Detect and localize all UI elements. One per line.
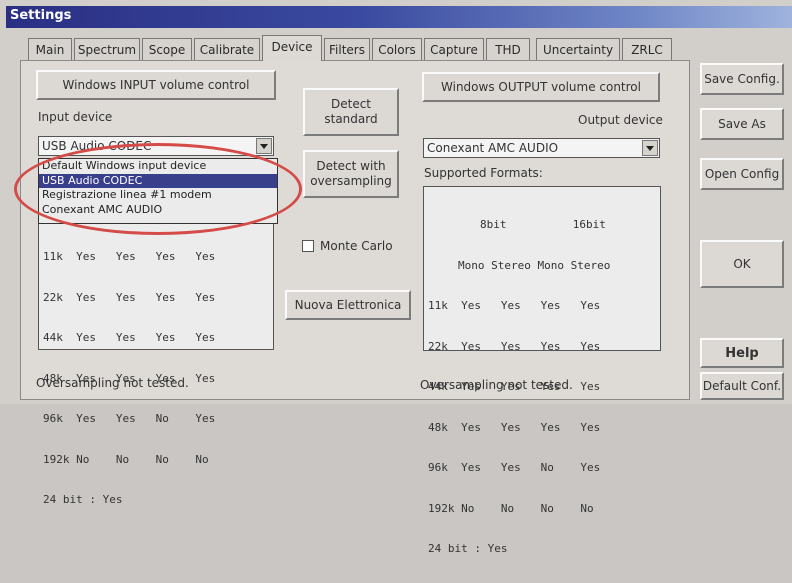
tab-calibrate[interactable]: Calibrate xyxy=(194,38,260,60)
output-format-row: 96k Yes Yes No Yes xyxy=(428,461,601,474)
chevron-down-icon[interactable] xyxy=(642,140,658,156)
nuova-elettronica-button[interactable]: Nuova Elettronica xyxy=(285,290,411,320)
tab-colors[interactable]: Colors xyxy=(372,38,422,60)
settings-window: Settings Main Spectrum Scope Calibrate D… xyxy=(0,0,792,555)
detect-oversampling-button[interactable]: Detect with oversampling xyxy=(303,150,399,198)
output-format-row: 192k No No No No xyxy=(428,501,594,515)
output-format-row: 24 bit : Yes xyxy=(428,542,508,555)
output-bits-header: 8bit 16bit xyxy=(480,218,606,231)
input-format-row: 24 bit : Yes xyxy=(43,493,123,506)
output-format-row: 48k Yes Yes Yes Yes xyxy=(428,420,601,434)
input-oversampling-status: Oversampling not tested. xyxy=(36,376,189,390)
title-bar: Settings xyxy=(6,6,792,28)
output-formats-box: 8bit 16bit Mono Stereo Mono Stereo 11k Y… xyxy=(423,186,661,555)
help-button[interactable]: Help xyxy=(700,338,784,368)
input-volume-button[interactable]: Windows INPUT volume control xyxy=(36,70,276,100)
default-conf-button[interactable]: Default Conf. xyxy=(700,372,784,400)
output-volume-button[interactable]: Windows OUTPUT volume control xyxy=(422,72,660,102)
input-format-row: 11k Yes Yes Yes Yes xyxy=(43,250,216,263)
output-modes-header: Mono Stereo Mono Stereo xyxy=(458,258,611,272)
tab-main[interactable]: Main xyxy=(28,38,72,60)
ok-button[interactable]: OK xyxy=(700,240,784,288)
output-oversampling-status: Oversampling not tested. xyxy=(420,378,573,392)
tab-spectrum[interactable]: Spectrum xyxy=(74,38,140,60)
output-device-select[interactable]: Conexant AMC AUDIO xyxy=(423,138,660,158)
highlight-ring xyxy=(14,143,302,235)
save-config-button[interactable]: Save Config. xyxy=(700,63,784,95)
tab-filters[interactable]: Filters xyxy=(324,38,370,60)
input-format-row: 44k Yes Yes Yes Yes xyxy=(43,331,216,344)
output-format-row: 22k Yes Yes Yes Yes xyxy=(428,339,601,353)
tab-capture[interactable]: Capture xyxy=(424,38,484,60)
supported-formats-label: Supported Formats: xyxy=(424,166,543,180)
input-device-label: Input device xyxy=(38,110,113,124)
output-format-row: 11k Yes Yes Yes Yes xyxy=(428,299,601,312)
input-format-row: 96k Yes Yes No Yes xyxy=(43,412,216,425)
tab-thd[interactable]: THD xyxy=(486,38,530,60)
output-device-label: Output device xyxy=(578,113,663,127)
input-format-row: 192k No No No No xyxy=(43,452,209,466)
tab-scope[interactable]: Scope xyxy=(142,38,192,60)
tab-device[interactable]: Device xyxy=(262,35,322,61)
open-config-button[interactable]: Open Config xyxy=(700,158,784,190)
save-as-button[interactable]: Save As xyxy=(700,108,784,140)
window-title: Settings xyxy=(10,8,72,23)
monte-carlo-label: Monte Carlo xyxy=(320,239,393,253)
input-format-row: 22k Yes Yes Yes Yes xyxy=(43,290,216,304)
tab-zrlc[interactable]: ZRLC xyxy=(622,38,672,60)
chevron-down-icon[interactable] xyxy=(256,138,272,154)
detect-standard-button[interactable]: Detect standard xyxy=(303,88,399,136)
monte-carlo-checkbox[interactable] xyxy=(302,240,314,252)
output-device-value: Conexant AMC AUDIO xyxy=(427,141,559,155)
tab-uncertainty[interactable]: Uncertainty xyxy=(536,38,620,60)
